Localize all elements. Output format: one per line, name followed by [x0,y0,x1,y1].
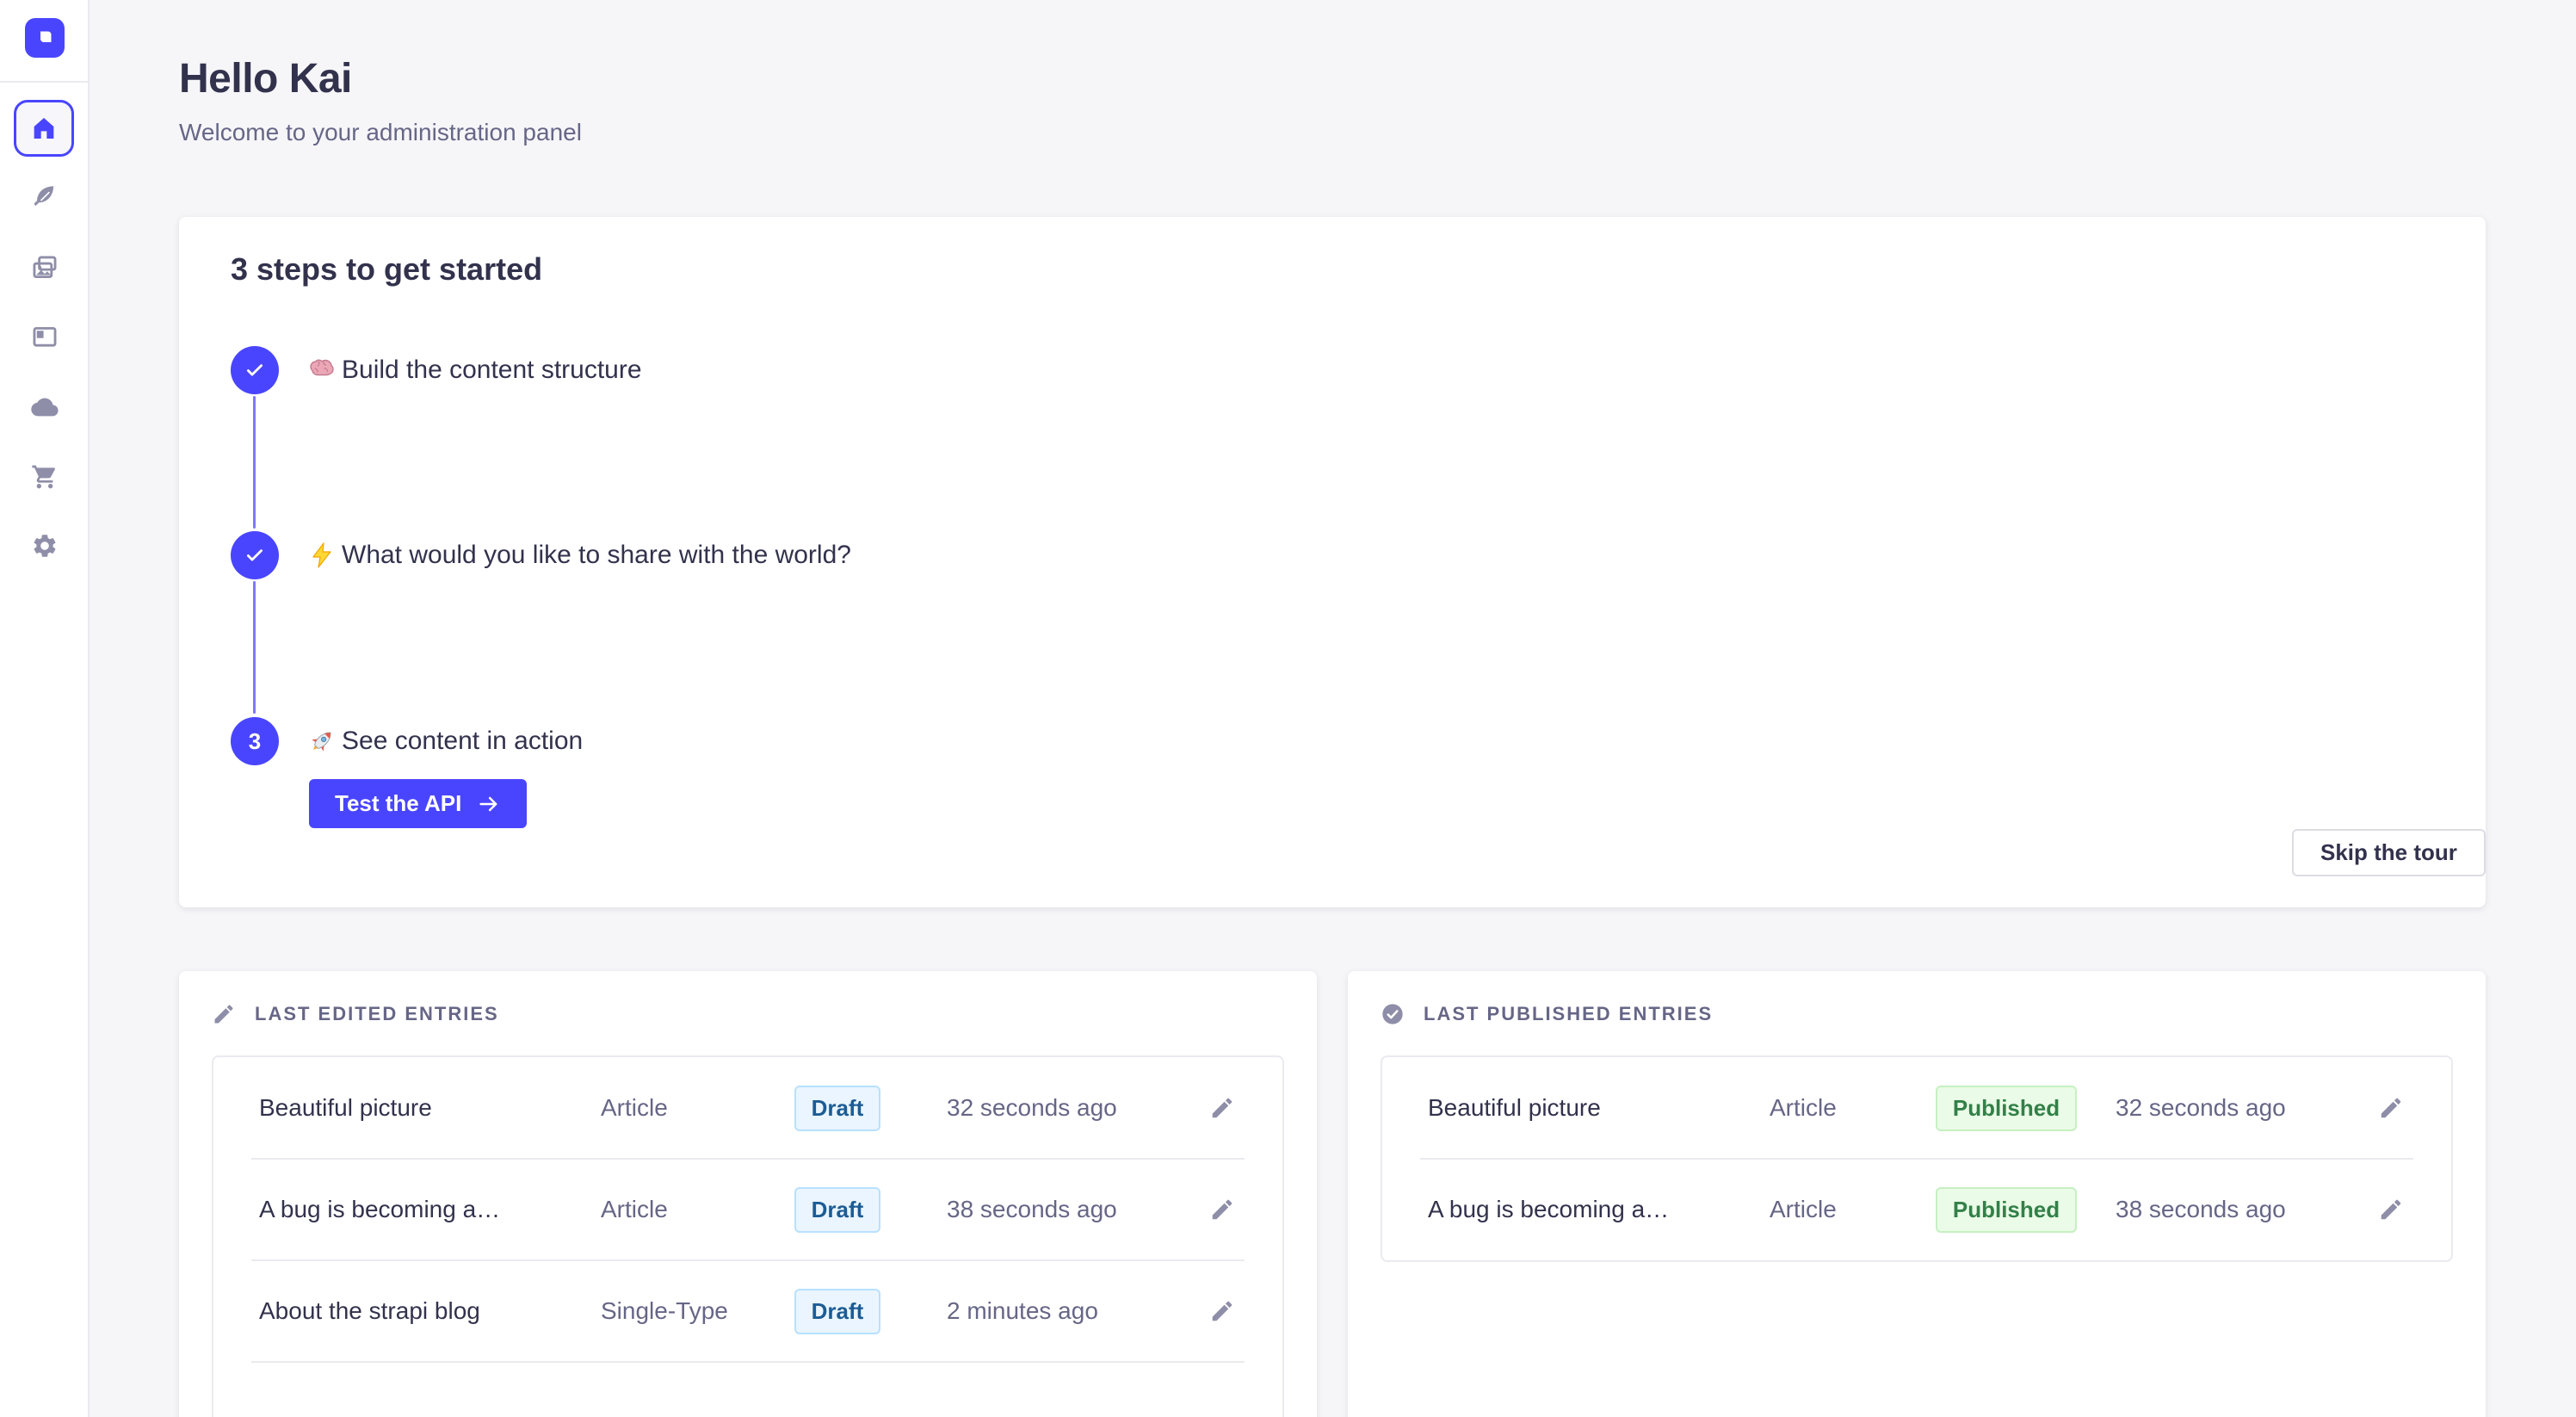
table-row[interactable]: A bug is becoming a… Article Draft 38 se… [213,1159,1282,1260]
status-badge: Draft [794,1187,881,1233]
entry-time: 38 seconds ago [936,1196,1205,1223]
edit-entry-button[interactable] [1205,1192,1239,1227]
last-published-entries-table: Beautiful picture Article Published 32 s… [1381,1055,2453,1262]
media-icon [30,253,59,282]
table-row[interactable]: A bug is becoming a… Article Published 3… [1382,1159,2451,1260]
pencil-icon [2378,1095,2404,1121]
home-icon [30,114,58,142]
sidebar-item-cloud[interactable] [17,380,72,435]
strapi-logo-icon [32,25,58,51]
sidebar-item-media-library[interactable] [17,240,72,295]
entry-title: Beautiful picture [1428,1094,1770,1122]
rocket-emoji [308,727,336,755]
last-published-entries-header: Last published entries [1381,1002,1713,1026]
last-published-entries-title: Last published entries [1424,1003,1713,1025]
cloud-icon [30,393,59,422]
step-connector-2 [253,581,256,714]
sidebar-item-content-type-builder[interactable] [17,310,72,365]
arrow-right-icon [477,792,501,816]
skip-the-tour-button[interactable]: Skip the tour [2292,829,2486,876]
status-badge: Published [1936,1187,2077,1233]
sidebar [0,0,90,1417]
entry-title: A bug is becoming a… [1428,1196,1770,1223]
onboarding-step-3: 3 See content in action [231,717,583,765]
entry-type: Article [601,1196,738,1223]
step-3-number: 3 [231,717,279,765]
table-row[interactable]: Beautiful picture Article Draft 32 secon… [213,1057,1282,1159]
table-row[interactable]: Beautiful picture Article Published 32 s… [1382,1057,2451,1159]
cart-icon [31,463,59,491]
pencil-icon [1209,1298,1235,1324]
check-icon [244,544,266,566]
feather-icon [31,183,59,211]
step-1-done-check [231,346,279,394]
entry-time: 32 seconds ago [936,1094,1205,1122]
edit-entry-button[interactable] [2374,1091,2408,1125]
gear-icon [31,532,59,560]
check-icon [244,359,266,381]
edit-entry-button[interactable] [1205,1091,1239,1125]
test-the-api-button[interactable]: Test the API [309,779,527,828]
onboarding-title: 3 steps to get started [231,251,542,288]
status-badge: Draft [794,1086,881,1131]
edit-entry-button[interactable] [2374,1192,2408,1227]
entry-title: About the strapi blog [259,1297,601,1325]
onboarding-step-2: What would you like to share with the wo… [231,531,851,579]
edit-entry-button[interactable] [1205,1294,1239,1328]
sidebar-divider [0,81,88,83]
strapi-logo[interactable] [25,18,65,58]
table-row-partial [213,1362,1282,1417]
lightning-emoji [308,541,336,569]
pencil-icon [212,1002,236,1026]
step-2-done-check [231,531,279,579]
last-edited-entries-panel: Last edited entries Beautiful picture Ar… [179,971,1317,1417]
entry-type: Article [1770,1094,1907,1122]
entry-type: Single-Type [601,1297,738,1325]
pencil-icon [1209,1197,1235,1222]
step-3-number-text: 3 [249,728,261,755]
last-edited-entries-title: Last edited entries [255,1003,499,1025]
last-edited-entries-table: Beautiful picture Article Draft 32 secon… [212,1055,1284,1417]
entry-type: Article [601,1094,738,1122]
entry-time: 38 seconds ago [2105,1196,2374,1223]
entry-title: A bug is becoming a… [259,1196,601,1223]
pencil-icon [2378,1197,2404,1222]
status-badge: Published [1936,1086,2077,1131]
brain-emoji [308,356,336,384]
entry-title: Beautiful picture [259,1094,601,1122]
sidebar-item-home[interactable] [14,100,74,157]
entry-type: Article [1770,1196,1907,1223]
sidebar-item-settings[interactable] [17,518,72,573]
step-connector-1 [253,396,256,529]
entry-time: 32 seconds ago [2105,1094,2374,1122]
sidebar-item-marketplace[interactable] [17,449,72,504]
step-3-label: See content in action [342,727,583,756]
test-the-api-label: Test the API [335,790,461,817]
page-subtitle: Welcome to your administration panel [179,119,582,146]
sidebar-item-content-manager[interactable] [17,170,72,225]
last-published-entries-panel: Last published entries Beautiful picture… [1348,971,2486,1417]
check-circle-icon [1381,1002,1405,1026]
onboarding-card: 3 steps to get started Build the content… [179,217,2486,907]
step-2-label: What would you like to share with the wo… [342,541,851,570]
onboarding-step-1: Build the content structure [231,346,642,394]
page-title: Hello Kai [179,55,352,102]
step-1-label: Build the content structure [342,356,642,385]
table-row[interactable]: About the strapi blog Single-Type Draft … [213,1260,1282,1362]
status-badge: Draft [794,1289,881,1334]
entry-time: 2 minutes ago [936,1297,1205,1325]
last-edited-entries-header: Last edited entries [212,1002,499,1026]
pencil-icon [1209,1095,1235,1121]
strapi-admin-dashboard: { "colors": { "accent": "#4945ff", "conn… [0,0,2576,1417]
layout-icon [30,323,59,352]
